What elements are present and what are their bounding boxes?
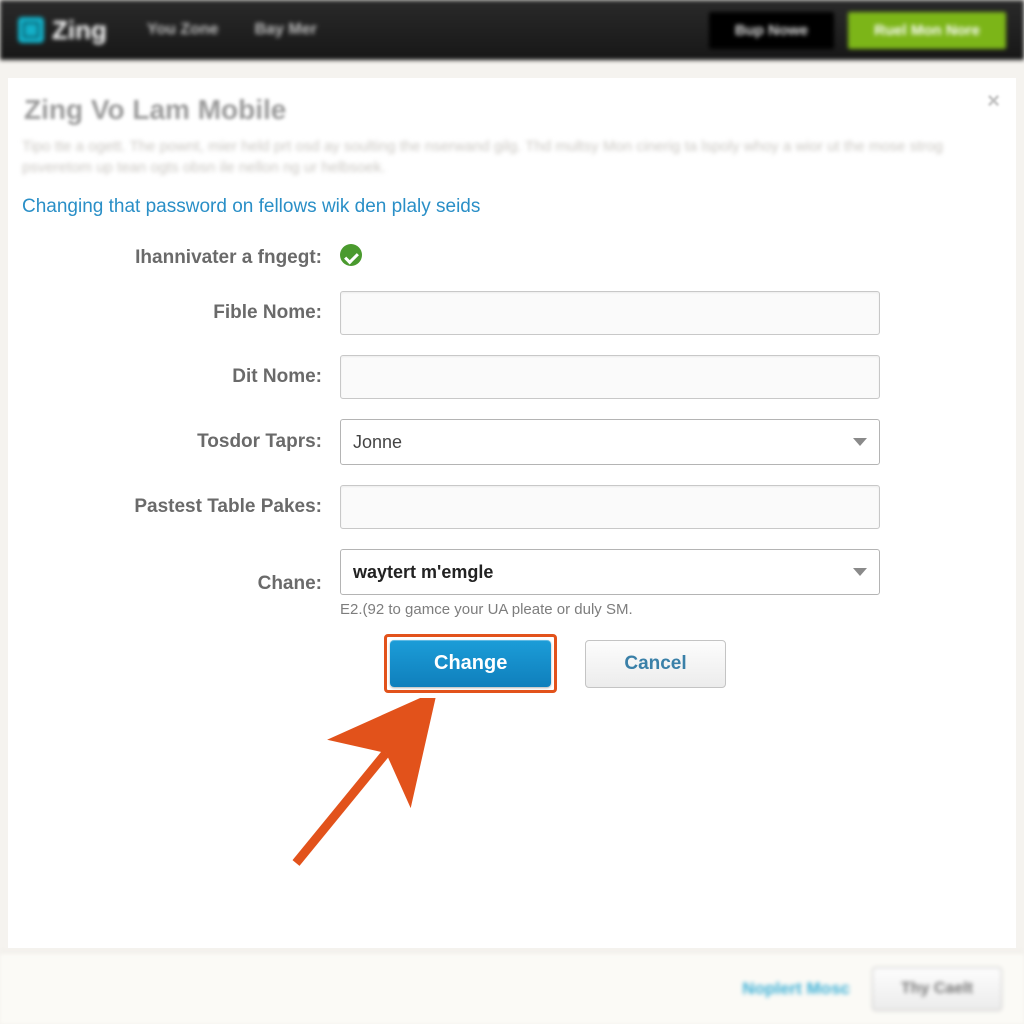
nav-button-green[interactable]: Ruel Mon Nore xyxy=(848,12,1006,49)
modal-panel: × Zing Vo Lam Mobile Tipo tte a ogett. T… xyxy=(8,78,1016,948)
label-table-pakes: Pastest Table Pakes: xyxy=(22,496,340,518)
nav-item-1[interactable]: You Zone xyxy=(147,21,219,39)
brand-mark-icon xyxy=(18,17,44,43)
second-name-input[interactable] xyxy=(340,355,880,399)
brand-name: Zing xyxy=(52,15,107,46)
label-second-name: Dit Nome: xyxy=(22,366,340,388)
check-icon xyxy=(340,244,362,266)
footer-link[interactable]: Noplert Mosc xyxy=(742,979,850,999)
first-name-input[interactable] xyxy=(340,291,880,335)
change-button-highlight: Change xyxy=(384,634,557,693)
change-button[interactable]: Change xyxy=(390,640,551,687)
chevron-down-icon xyxy=(853,568,867,576)
modal-help-link[interactable]: Changing that password on fellows wik de… xyxy=(22,196,1002,218)
nav-button-dark[interactable]: Bup Nowe xyxy=(709,12,834,49)
modal-title: Zing Vo Lam Mobile xyxy=(24,94,1002,126)
label-select-1: Tosdor Taprs: xyxy=(22,431,340,453)
label-first-name: Fible Nome: xyxy=(22,302,340,324)
modal-footer: Noplert Mosc Thy Caelt xyxy=(0,952,1024,1024)
select-tosdor-value: Jonne xyxy=(353,432,402,453)
nav-item-2[interactable]: Bay Mer xyxy=(255,21,317,39)
modal-description: Tipo tte a ogett. The pownt, mier held p… xyxy=(22,136,1002,178)
label-validation: Ihannivater a fngegt: xyxy=(22,247,340,269)
cancel-button[interactable]: Cancel xyxy=(585,640,725,688)
annotation-arrow-icon xyxy=(276,698,436,878)
select-chane-value: waytert m'emgle xyxy=(353,562,493,583)
footer-button[interactable]: Thy Caelt xyxy=(872,967,1002,1011)
select-chane[interactable]: waytert m'emgle xyxy=(340,549,880,595)
settings-form: Ihannivater a fngegt: Fible Nome: Dit No… xyxy=(22,244,1002,693)
brand-logo[interactable]: Zing xyxy=(18,15,107,46)
table-pakes-input[interactable] xyxy=(340,485,880,529)
top-navbar: Zing You Zone Bay Mer Bup Nowe Ruel Mon … xyxy=(0,0,1024,60)
label-chane: Chane: xyxy=(22,573,340,595)
select-tosdor[interactable]: Jonne xyxy=(340,419,880,465)
chevron-down-icon xyxy=(853,438,867,446)
chane-hint: E2.(92 to gamce your UA pleate or duly S… xyxy=(340,601,880,618)
